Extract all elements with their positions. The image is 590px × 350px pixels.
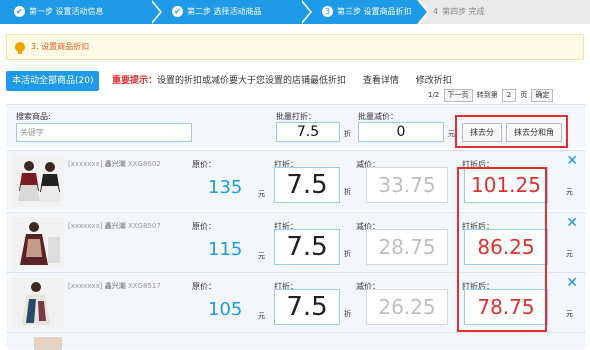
check-icon: ✔ <box>172 6 183 17</box>
product-image <box>12 217 64 269</box>
goto-page-input[interactable]: 2 <box>501 89 516 102</box>
yuan-unit: 元 <box>258 312 265 320</box>
product-image <box>12 277 64 329</box>
yuan-unit: 元 <box>258 252 265 260</box>
step-2-label: 第二步 选择活动商品 <box>187 7 262 16</box>
orig-price: 115 <box>208 239 243 260</box>
page-indicator: 1/2 <box>428 91 440 99</box>
orig-price-label: 原价： <box>192 222 216 231</box>
yuan-unit: 元 <box>566 188 573 196</box>
close-icon[interactable]: ✕ <box>566 275 578 291</box>
step-1-label: 第一步 设置活动信息 <box>29 7 104 16</box>
edit-discount-link[interactable]: 修改折扣 <box>416 76 452 86</box>
product-image <box>34 337 62 350</box>
step-bar: ✔ 第一步 设置活动信息 ✔ 第二步 选择活动商品 3 第三步 设置商品折扣 4 第四步… <box>0 0 590 24</box>
tip-label: 重要提示： <box>112 76 158 86</box>
highlight-after-prices <box>457 167 547 332</box>
tip-text: 设置的折扣或减价要大于您设置的店铺最低折扣 <box>157 76 347 86</box>
discount-unit: 折 <box>344 130 351 138</box>
orig-price-label: 原价： <box>192 282 216 291</box>
step-4-label: 第四步 完成 <box>442 7 485 16</box>
product-name: [xxxxxxx] 鑫兴潮 XXG8507 <box>68 222 161 230</box>
search-input[interactable]: 关键字 <box>16 123 192 142</box>
next-page-button[interactable]: 下一页 <box>443 89 473 102</box>
step-number-icon: 3 <box>322 6 333 17</box>
yuan-unit: 元 <box>566 250 573 258</box>
discount-input[interactable]: 7.5 <box>274 289 340 325</box>
batch-reduce-label: 批量减价： <box>358 112 398 121</box>
product-name: [xxxxxxx] 鑫兴潮 XXG8602 <box>68 160 161 168</box>
batch-discount-label: 批量打折： <box>276 112 316 121</box>
step-1: ✔ 第一步 设置活动信息 <box>0 0 162 24</box>
yuan-unit: 元 <box>258 190 265 198</box>
orig-price-label: 原价： <box>192 160 216 169</box>
orig-price: 105 <box>208 299 243 320</box>
view-detail-link[interactable]: 查看详情 <box>363 76 399 86</box>
notice-text: 3. 设置商品折扣 <box>31 42 90 51</box>
batch-discount-input[interactable]: 7.5 <box>276 122 340 142</box>
close-icon[interactable]: ✕ <box>566 153 578 169</box>
important-tip: 重要提示：设置的折扣或减价要大于您设置的店铺最低折扣 查看详情 修改折扣 <box>112 71 452 91</box>
step-2: ✔ 第二步 选择活动商品 <box>150 0 312 24</box>
yuan-unit: 元 <box>566 310 573 318</box>
pager: 1/2 下一页 转到第 2 页 确定 <box>428 88 555 102</box>
zhe-unit: 折 <box>344 310 351 318</box>
product-image <box>12 155 64 207</box>
discount-input[interactable]: 7.5 <box>274 229 340 265</box>
goto-confirm-button[interactable]: 确定 <box>531 89 554 102</box>
zhe-unit: 折 <box>344 188 351 196</box>
batch-reduce-input[interactable]: 0 <box>358 122 444 142</box>
orig-price: 135 <box>208 177 243 198</box>
step-3: 3 第三步 设置商品折扣 <box>300 0 429 24</box>
step-3-label: 第三步 设置商品折扣 <box>337 7 412 16</box>
step-number-icon: 4 <box>433 7 439 16</box>
lightbulb-icon <box>15 41 25 54</box>
goto-suffix: 页 <box>520 91 528 99</box>
product-row-partial <box>6 332 586 350</box>
discount-input[interactable]: 7.5 <box>274 167 340 203</box>
goto-prefix: 转到第 <box>476 91 498 99</box>
reduce-input[interactable]: 33.75 <box>366 167 448 203</box>
reduce-input[interactable]: 28.75 <box>366 229 448 265</box>
step-4: 4 第四步 完成 <box>417 0 590 24</box>
yuan-unit: 元 <box>448 130 455 138</box>
notice-bar: 3. 设置商品折扣 <box>6 34 584 60</box>
search-label: 搜索商品: <box>16 112 51 121</box>
all-products-button[interactable]: 本活动全部商品(20) <box>6 71 100 91</box>
reduce-input[interactable]: 26.25 <box>366 289 448 325</box>
check-icon: ✔ <box>14 6 25 17</box>
zhe-unit: 折 <box>344 250 351 258</box>
highlight-round-buttons <box>455 115 568 148</box>
close-icon[interactable]: ✕ <box>566 215 578 231</box>
product-name: [xxxxxxx] 鑫兴潮 XXG8517 <box>68 282 161 290</box>
